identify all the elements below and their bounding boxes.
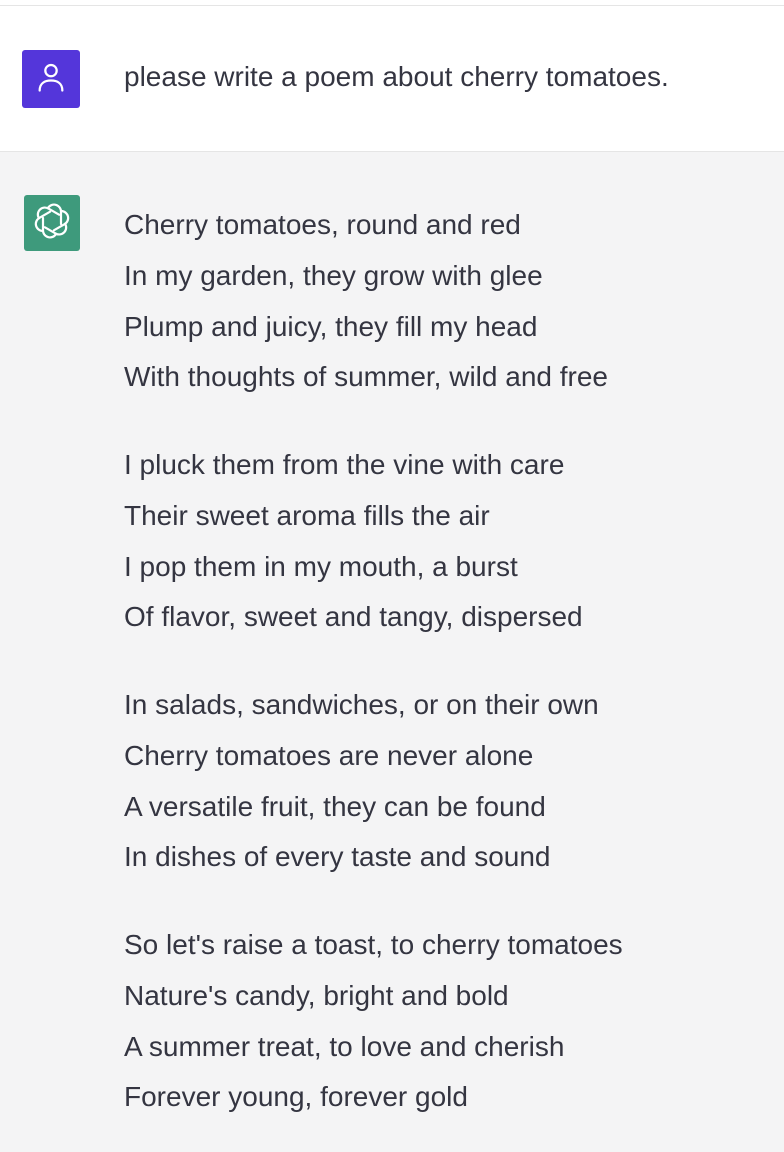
openai-logo-icon — [32, 201, 72, 246]
poem-line: A versatile fruit, they can be found — [124, 790, 546, 822]
poem-stanza: In salads, sandwiches, or on their own C… — [124, 680, 623, 883]
poem-line: Cherry tomatoes, round and red — [124, 209, 521, 240]
user-message-text: please write a poem about cherry tomatoe… — [124, 61, 669, 92]
assistant-message: Cherry tomatoes, round and red In my gar… — [0, 152, 784, 1152]
poem-line: Forever young, forever gold — [124, 1081, 468, 1113]
poem-stanza: So let's raise a toast, to cherry tomato… — [124, 920, 623, 1123]
poem-line: Plump and juicy, they fill my head — [124, 310, 538, 342]
assistant-avatar — [24, 195, 80, 251]
user-message: please write a poem about cherry tomatoe… — [0, 6, 784, 152]
poem-line: Cherry tomatoes are never alone — [124, 739, 534, 771]
poem-line: Nature's candy, bright and bold — [124, 979, 509, 1011]
poem-line: Of flavor, sweet and tangy, dispersed — [124, 601, 583, 633]
poem-line: I pluck them from the vine with care — [124, 448, 565, 480]
poem-stanza: Cherry tomatoes, round and red In my gar… — [124, 200, 623, 403]
poem-line: Their sweet aroma fills the air — [124, 499, 490, 531]
poem-line: In my garden, they grow with glee — [124, 259, 543, 291]
poem-line: In salads, sandwiches, or on their own — [124, 688, 599, 720]
assistant-message-text: Cherry tomatoes, round and red In my gar… — [124, 200, 623, 1123]
poem-line: With thoughts of summer, wild and free — [124, 361, 608, 393]
user-icon — [34, 60, 68, 99]
poem-line: I pop them in my mouth, a burst — [124, 550, 518, 582]
poem-line: So let's raise a toast, to cherry tomato… — [124, 928, 623, 960]
poem-line: A summer treat, to love and cherish — [124, 1030, 565, 1062]
user-avatar — [22, 50, 80, 108]
poem-line: In dishes of every taste and sound — [124, 841, 551, 873]
poem-stanza: I pluck them from the vine with care The… — [124, 440, 623, 643]
